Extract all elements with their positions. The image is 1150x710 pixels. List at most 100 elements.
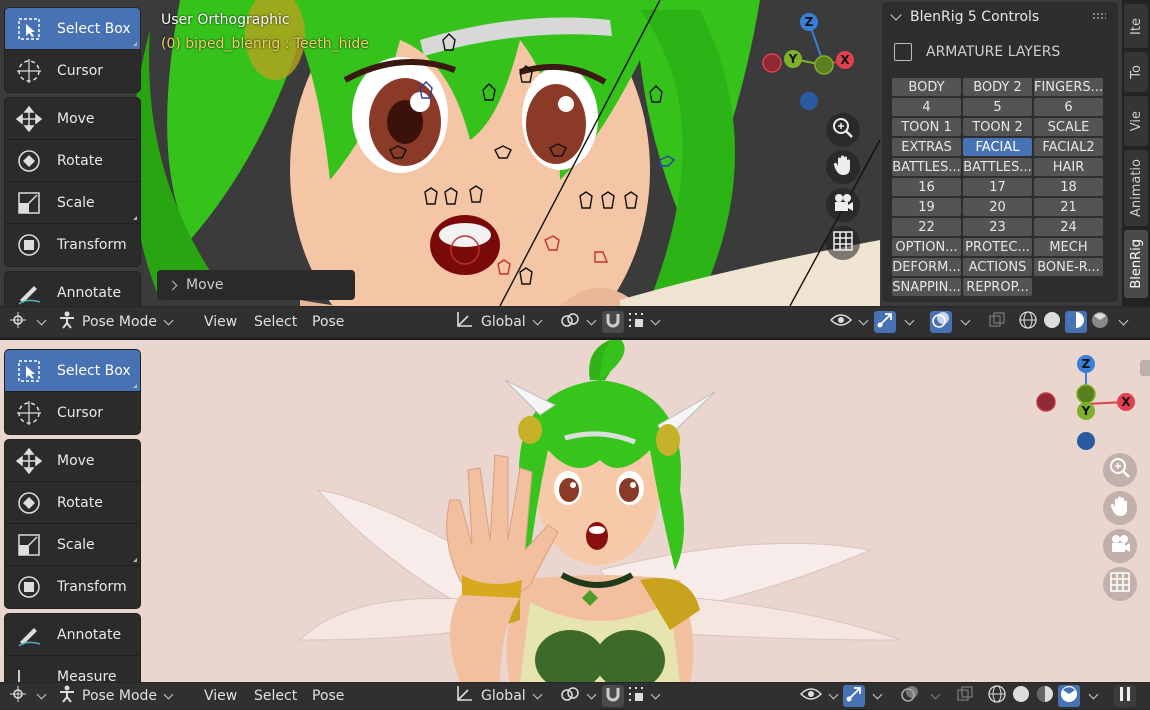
armature-layer-button[interactable]: HAIR bbox=[1034, 158, 1103, 176]
shading-wireframe[interactable] bbox=[986, 685, 1008, 707]
overlays-dropdown[interactable] bbox=[954, 310, 969, 334]
armature-layer-button[interactable]: SNAPPIN... bbox=[892, 278, 961, 296]
armature-layer-button[interactable]: FACIAL bbox=[963, 138, 1032, 156]
shading-solid[interactable] bbox=[1010, 685, 1032, 707]
shading-dropdown[interactable] bbox=[1112, 310, 1127, 334]
transform-orientation-dropdown[interactable]: Global bbox=[455, 310, 541, 334]
armature-layer-button[interactable]: 20 bbox=[963, 198, 1032, 216]
overlays-toggle[interactable] bbox=[899, 685, 921, 707]
menu-select[interactable]: Select bbox=[254, 684, 297, 708]
menu-view[interactable]: View bbox=[204, 310, 237, 334]
shading-dropdown[interactable] bbox=[1082, 684, 1097, 708]
tool-move[interactable]: Move bbox=[5, 440, 140, 482]
camera-view-button[interactable] bbox=[1103, 529, 1137, 563]
bottom-viewport[interactable]: Select Box Cursor Move Rotate Scale Tran… bbox=[0, 340, 1150, 682]
armature-layer-button[interactable]: 18 bbox=[1034, 178, 1103, 196]
overlays-dropdown[interactable] bbox=[924, 684, 939, 708]
armature-layer-button[interactable]: 6 bbox=[1034, 98, 1103, 116]
armature-layer-button[interactable]: EXTRAS bbox=[892, 138, 961, 156]
snap-target-dropdown[interactable] bbox=[628, 310, 659, 334]
tab-view[interactable]: Vie bbox=[1124, 96, 1148, 146]
armature-layer-button[interactable]: 5 bbox=[963, 98, 1032, 116]
pan-button[interactable] bbox=[1103, 491, 1137, 525]
shading-material[interactable] bbox=[1034, 685, 1056, 707]
armature-layer-button[interactable]: 16 bbox=[892, 178, 961, 196]
gizmo-dropdown[interactable] bbox=[898, 310, 913, 334]
tool-cursor[interactable]: Cursor bbox=[5, 392, 140, 434]
armature-layer-button[interactable]: REPROP... bbox=[963, 278, 1032, 296]
snap-toggle[interactable] bbox=[602, 685, 624, 707]
gizmo-toggle[interactable] bbox=[843, 685, 865, 707]
mode-dropdown[interactable]: Pose Mode bbox=[58, 684, 172, 708]
armature-layer-button[interactable]: FINGERS... bbox=[1034, 78, 1103, 96]
top-viewport[interactable]: User Orthographic (0) biped_blenrig : Te… bbox=[0, 0, 1150, 306]
armature-layer-button[interactable]: ACTIONS bbox=[963, 258, 1032, 276]
armature-layer-button[interactable]: 17 bbox=[963, 178, 1032, 196]
armature-layer-button[interactable]: BATTLES... bbox=[963, 158, 1032, 176]
menu-pose[interactable]: Pose bbox=[312, 310, 344, 334]
tool-move[interactable]: Move bbox=[5, 98, 140, 140]
camera-view-button[interactable] bbox=[826, 188, 860, 222]
tool-annotate[interactable]: Annotate bbox=[5, 614, 140, 656]
armature-layer-button[interactable]: 24 bbox=[1034, 218, 1103, 236]
shading-material[interactable] bbox=[1065, 311, 1087, 333]
tool-scale[interactable]: Scale bbox=[5, 182, 140, 224]
tool-transform[interactable]: Transform bbox=[5, 566, 140, 608]
orientation-gizmo[interactable]: Z X Y bbox=[760, 10, 860, 110]
zoom-button[interactable] bbox=[826, 113, 860, 147]
armature-layer-button[interactable]: FACIAL2 bbox=[1034, 138, 1103, 156]
armature-layer-button[interactable]: 19 bbox=[892, 198, 961, 216]
armature-layer-button[interactable]: 21 bbox=[1034, 198, 1103, 216]
tool-select-box[interactable]: Select Box bbox=[5, 350, 140, 392]
armature-layer-button[interactable]: BONE-R... bbox=[1034, 258, 1103, 276]
armature-layer-button[interactable]: SCALE bbox=[1034, 118, 1103, 136]
ortho-toggle-button[interactable] bbox=[826, 226, 860, 260]
tool-transform[interactable]: Transform bbox=[5, 224, 140, 266]
drag-handle-icon[interactable] bbox=[1092, 12, 1106, 20]
gizmo-toggle[interactable] bbox=[874, 311, 896, 333]
tab-blenrig[interactable]: BlenRig bbox=[1124, 230, 1148, 298]
armature-layer-button[interactable]: PROTEC... bbox=[963, 238, 1032, 256]
editor-type-dropdown[interactable] bbox=[8, 310, 45, 334]
tab-animation[interactable]: Animatio bbox=[1124, 150, 1148, 226]
shading-solid[interactable] bbox=[1041, 311, 1063, 333]
tool-rotate[interactable]: Rotate bbox=[5, 140, 140, 182]
ortho-toggle-button[interactable] bbox=[1103, 567, 1137, 601]
tab-item[interactable]: Ite bbox=[1124, 4, 1148, 48]
transform-orientation-dropdown[interactable]: Global bbox=[455, 684, 541, 708]
xray-toggle[interactable] bbox=[986, 311, 1008, 333]
armature-layer-button[interactable]: TOON 2 bbox=[963, 118, 1032, 136]
armature-layer-button[interactable]: MECH bbox=[1034, 238, 1103, 256]
pan-button[interactable] bbox=[826, 150, 860, 184]
armature-layer-button[interactable]: TOON 1 bbox=[892, 118, 961, 136]
shading-wireframe[interactable] bbox=[1017, 311, 1039, 333]
armature-layer-button[interactable]: 23 bbox=[963, 218, 1032, 236]
sidebar-expand-handle[interactable] bbox=[1140, 360, 1150, 376]
zoom-button[interactable] bbox=[1103, 453, 1137, 487]
tool-measure[interactable]: Measure bbox=[5, 656, 140, 682]
panel-header[interactable]: BlenRig 5 Controls bbox=[882, 2, 1118, 32]
orientation-gizmo[interactable]: Z X Y bbox=[1030, 350, 1140, 462]
gizmo-dropdown[interactable] bbox=[866, 684, 881, 708]
armature-layer-button[interactable]: DEFORM... bbox=[892, 258, 961, 276]
last-operator-panel[interactable]: Move bbox=[157, 270, 355, 300]
tool-scale[interactable]: Scale bbox=[5, 524, 140, 566]
tool-select-box[interactable]: Select Box bbox=[5, 8, 140, 50]
tool-annotate[interactable]: Annotate bbox=[5, 272, 140, 306]
armature-layer-button[interactable]: BODY bbox=[892, 78, 961, 96]
mode-dropdown[interactable]: Pose Mode bbox=[58, 310, 172, 334]
pivot-point-dropdown[interactable] bbox=[560, 684, 595, 708]
pause-render-button[interactable] bbox=[1114, 685, 1136, 707]
tab-tool[interactable]: To bbox=[1124, 52, 1148, 92]
shading-rendered[interactable] bbox=[1058, 685, 1080, 707]
armature-layer-button[interactable]: OPTION... bbox=[892, 238, 961, 256]
menu-pose[interactable]: Pose bbox=[312, 684, 344, 708]
armature-layer-button[interactable]: 22 bbox=[892, 218, 961, 236]
visibility-dropdown[interactable] bbox=[799, 684, 837, 708]
pivot-point-dropdown[interactable] bbox=[560, 310, 595, 334]
snap-target-dropdown[interactable] bbox=[628, 684, 659, 708]
xray-toggle[interactable] bbox=[954, 685, 976, 707]
editor-type-dropdown[interactable] bbox=[8, 684, 45, 708]
menu-view[interactable]: View bbox=[204, 684, 237, 708]
menu-select[interactable]: Select bbox=[254, 310, 297, 334]
